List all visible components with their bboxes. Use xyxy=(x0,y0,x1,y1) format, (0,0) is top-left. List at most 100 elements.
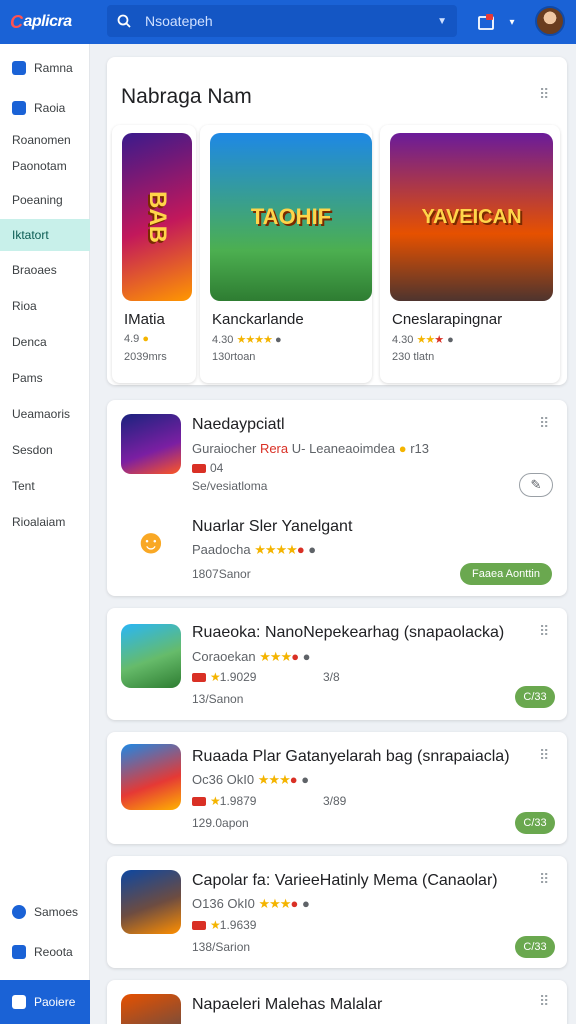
list-card: ⠿ Napaeleri Malehas Malalar xyxy=(107,980,567,1024)
list-card: ⠿ Naedaypciatl Guraiocher Rera U- Leanea… xyxy=(107,400,567,596)
sidebar-item-label: Ueamaoris xyxy=(12,407,71,421)
section-title: Nabraga Nam xyxy=(121,85,252,108)
sidebar-item-label: Pams xyxy=(12,371,43,385)
sidebar-item-8[interactable]: Denca xyxy=(0,326,90,358)
logo-text: aplicra xyxy=(23,13,73,30)
sidebar-item-9[interactable]: Pams xyxy=(0,362,90,394)
sidebar-item-label: Braoaes xyxy=(12,263,57,277)
game-rating: 4.9 ● xyxy=(124,333,149,345)
install-button[interactable]: C/33 xyxy=(515,936,555,958)
sidebar-item-13[interactable]: Rioalaiam xyxy=(0,506,90,538)
sidebar-item-label: Raoia xyxy=(34,101,66,115)
sidebar-item-2[interactable]: Roanomen xyxy=(0,128,90,152)
game-icon[interactable]: ☻ xyxy=(121,512,181,572)
drag-handle-icon[interactable]: ⠿ xyxy=(539,994,551,1008)
game-name[interactable]: Ruaeoka: NanoNepekearhag (snapaolacka) xyxy=(192,624,504,642)
sidebar-item-11[interactable]: Sesdon xyxy=(0,434,90,466)
sidebar-item-label: Rioa xyxy=(12,299,37,313)
game-icon[interactable] xyxy=(121,624,181,688)
globe-icon xyxy=(12,905,26,919)
game-art: BAB xyxy=(122,133,192,301)
game-rating: 4.30 ★★★ ● xyxy=(392,334,454,346)
sidebar-item-10[interactable]: Ueamaoris xyxy=(0,398,90,430)
sidebar-item-label: Paoiere xyxy=(34,995,76,1009)
install-button[interactable]: C/33 xyxy=(515,686,555,708)
featured-section: Nabraga Nam ⠿ BAB IMatia 4.9 ● 2039mrs T… xyxy=(107,57,567,385)
sidebar-item-5[interactable]: Iktatort xyxy=(0,219,90,251)
sidebar-item-label: Roanomen xyxy=(12,133,71,147)
sidebar-item-0[interactable]: Ramna xyxy=(0,52,90,84)
search-icon xyxy=(117,14,131,28)
game-downloads: 2039mrs xyxy=(124,351,167,363)
window-icon xyxy=(12,995,26,1009)
chevron-down-icon[interactable]: ▼ xyxy=(437,16,447,27)
sidebar-item-7[interactable]: Rioa xyxy=(0,290,90,322)
game-rating: 4.30 ★★★★ ● xyxy=(212,334,282,346)
featured-tile[interactable]: TAOHIF Kanckarlande 4.30 ★★★★ ● 130rtoan xyxy=(200,125,372,383)
list-card: ⠿ Capolar fa: VarieeHatinly Mema (Canaol… xyxy=(107,856,567,968)
game-icon[interactable] xyxy=(121,994,181,1024)
game-art: YAVEICAN xyxy=(390,133,553,301)
drag-handle-icon[interactable]: ⠿ xyxy=(539,416,551,430)
game-size: 3/8 xyxy=(323,670,340,684)
sidebar-item-12[interactable]: Tent xyxy=(0,470,90,502)
game-rating: ★1.9639 xyxy=(192,918,256,932)
game-downloads: 138/Sarion xyxy=(192,940,251,954)
app-logo[interactable]: C aplicra xyxy=(0,0,90,44)
game-icon[interactable] xyxy=(121,870,181,934)
drag-handle-icon[interactable]: ⠿ xyxy=(539,624,551,638)
sidebar-item-label: Ramna xyxy=(34,61,73,75)
drag-handle-icon[interactable]: ⠿ xyxy=(539,872,551,886)
sidebar-item-label: Denca xyxy=(12,335,47,349)
game-name[interactable]: Capolar fa: VarieeHatinly Mema (Canaolar… xyxy=(192,872,498,890)
sidebar-item-label: Samoes xyxy=(34,905,79,919)
sidebar-bottom-item-0[interactable]: Samoes xyxy=(0,896,90,928)
drag-handle-icon[interactable]: ⠿ xyxy=(539,748,551,762)
game-downloads: 230 tlatn xyxy=(392,351,435,363)
sidebar-item-1[interactable]: Raoia xyxy=(0,92,90,124)
chart-icon xyxy=(12,101,26,115)
game-downloads: 13/Sanon xyxy=(192,692,244,706)
game-name: Kanckarlande xyxy=(212,311,304,328)
sidebar-item-6[interactable]: Braoaes xyxy=(0,254,90,286)
game-rating: ★1.9029 xyxy=(192,670,256,684)
game-art: TAOHIF xyxy=(210,133,372,301)
search-input[interactable]: Nsoatepeh ▼ xyxy=(107,5,457,37)
game-name[interactable]: Naedaypciatl xyxy=(192,416,285,434)
game-name[interactable]: Nuarlar Sler Yanelgant xyxy=(192,518,352,536)
game-downloads: 130rtoan xyxy=(212,351,256,363)
game-developer: Se/vesiatloma xyxy=(192,479,268,493)
install-button[interactable]: Faaea Aonttin xyxy=(460,563,552,585)
game-name[interactable]: Ruaada Plar Gatanyelarah bag (snrapaiacl… xyxy=(192,748,510,766)
featured-tile[interactable]: YAVEICAN Cneslarapingnar 4.30 ★★★ ● 230 … xyxy=(380,125,560,383)
sidebar-bottom-item-1[interactable]: Reoota xyxy=(0,936,90,968)
sidebar-item-label: Rioalaiam xyxy=(12,515,66,529)
sidebar-item-label: Sesdon xyxy=(12,443,53,457)
game-subtitle: Coraoekan ★★★● ● xyxy=(192,649,311,664)
sidebar-item-label: Iktatort xyxy=(12,228,49,242)
sidebar: Ramna Raoia Roanomen Paonotam Poeaning I… xyxy=(0,44,90,1024)
notification-icon[interactable] xyxy=(472,8,500,36)
edit-button[interactable]: ✎ xyxy=(519,473,553,497)
avatar[interactable] xyxy=(535,6,565,36)
sidebar-item-3[interactable]: Paonotam xyxy=(0,154,90,178)
sidebar-item-label: Tent xyxy=(12,479,35,493)
install-button[interactable]: C/33 xyxy=(515,812,555,834)
sidebar-item-4[interactable]: Poeaning xyxy=(0,184,90,216)
game-icon[interactable] xyxy=(121,744,181,810)
list-card: ⠿ Ruaeoka: NanoNepekearhag (snapaolacka)… xyxy=(107,608,567,720)
sidebar-item-label: Paonotam xyxy=(12,159,67,173)
calendar-icon xyxy=(12,61,26,75)
drag-handle-icon[interactable]: ⠿ xyxy=(539,87,551,101)
game-icon[interactable] xyxy=(121,414,181,474)
game-name[interactable]: Napaeleri Malehas Malalar xyxy=(192,996,382,1014)
sidebar-item-label: Reoota xyxy=(34,945,73,959)
pencil-icon: ✎ xyxy=(530,477,542,492)
chevron-down-icon[interactable]: ▾ xyxy=(498,8,526,36)
sidebar-bottom-item-2[interactable]: Paoiere xyxy=(0,980,90,1024)
featured-tile[interactable]: BAB IMatia 4.9 ● 2039mrs xyxy=(112,125,196,383)
game-downloads: 129.0apon xyxy=(192,816,249,830)
search-placeholder: Nsoatepeh xyxy=(145,13,213,29)
game-name: Cneslarapingnar xyxy=(392,311,503,328)
game-subtitle: O136 OkI0 ★★★● ● xyxy=(192,896,310,911)
